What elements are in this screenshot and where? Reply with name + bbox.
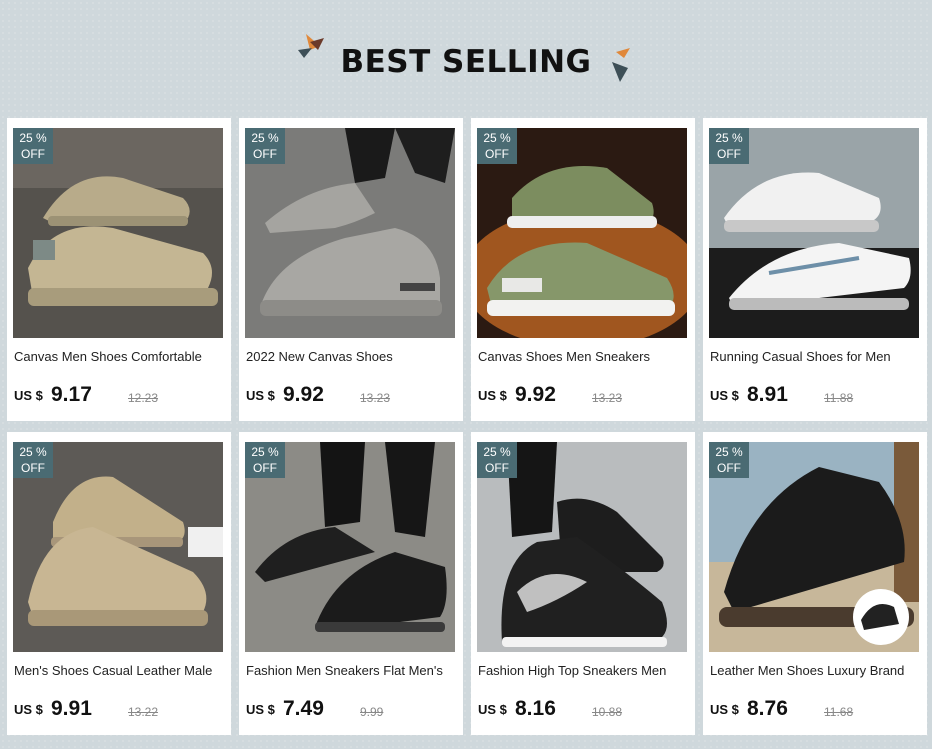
product-card[interactable]: 25 % OFF Fashion High Top Sneakers Men U… [471,432,695,735]
price-row: US $ 8.76 11.68 [710,697,922,727]
discount-badge: 25 % OFF [245,128,285,164]
price-row: US $ 9.92 13.23 [246,383,458,413]
discount-percent: 25 % [251,445,279,459]
original-price: 11.88 [824,391,854,405]
original-price: 10.88 [592,705,623,719]
sale-price: 8.91 [747,383,788,406]
product-name[interactable]: Leather Men Shoes Luxury Brand [710,663,922,678]
product-name[interactable]: Canvas Men Shoes Comfortable [14,349,226,364]
product-card[interactable]: 25 % OFF Fashion Men Sneakers Flat Men's… [239,432,463,735]
discount-badge: 25 % OFF [477,442,517,478]
product-card[interactable]: 25 % OFF Men's Shoes Casual Leather Male… [7,432,231,735]
discount-badge: 25 % OFF [245,442,285,478]
discount-off-label: OFF [717,461,741,475]
product-card[interactable]: 25 % OFF Canvas Men Shoes Comfortable US… [7,118,231,421]
discount-badge: 25 % OFF [709,442,749,478]
sale-price: 9.92 [515,383,556,406]
price-row: US $ 9.17 12.23 [14,383,226,413]
price-row: US $ 8.91 11.88 [710,383,922,413]
original-price: 12.23 [128,391,159,405]
sale-price: 7.49 [283,697,324,720]
product-image[interactable]: 25 % OFF [245,128,455,338]
sale-price: 8.16 [515,697,556,720]
product-card[interactable]: 25 % OFF Leather Men Shoes Luxury Brand … [703,432,927,735]
product-image[interactable]: 25 % OFF [477,442,687,652]
sale-price: 9.91 [51,697,92,720]
price-row: US $ 8.16 10.88 [478,697,690,727]
product-name[interactable]: Fashion High Top Sneakers Men [478,663,690,678]
product-name[interactable]: Canvas Shoes Men Sneakers [478,349,690,364]
discount-percent: 25 % [19,445,47,459]
original-price: 13.23 [360,391,391,405]
discount-badge: 25 % OFF [13,442,53,478]
product-image[interactable]: 25 % OFF [245,442,455,652]
currency-label: US $ [710,388,739,403]
sale-price: 9.92 [283,383,324,406]
currency-label: US $ [246,388,275,403]
sale-price: 9.17 [51,383,92,406]
product-name[interactable]: Running Casual Shoes for Men [710,349,922,364]
product-card[interactable]: 25 % OFF Running Casual Shoes for Men US… [703,118,927,421]
discount-off-label: OFF [253,147,277,161]
product-name[interactable]: Men's Shoes Casual Leather Male [14,663,226,678]
discount-off-label: OFF [21,147,45,161]
decorative-triangles-icon [612,48,630,82]
original-price: 13.22 [128,705,159,719]
discount-percent: 25 % [19,131,47,145]
discount-badge: 25 % OFF [709,128,749,164]
discount-percent: 25 % [251,131,279,145]
product-image[interactable]: 25 % OFF [477,128,687,338]
discount-off-label: OFF [485,461,509,475]
currency-label: US $ [14,388,43,403]
product-image[interactable]: 25 % OFF [709,128,919,338]
section-header: BEST SELLING [0,0,932,118]
product-image[interactable]: 25 % OFF [13,128,223,338]
sale-price: 8.76 [747,697,788,720]
currency-label: US $ [478,388,507,403]
currency-label: US $ [246,702,275,717]
discount-percent: 25 % [715,131,743,145]
price-row: US $ 7.49 9.99 [246,697,458,727]
currency-label: US $ [710,702,739,717]
discount-badge: 25 % OFF [13,128,53,164]
product-name[interactable]: Fashion Men Sneakers Flat Men's [246,663,458,678]
discount-percent: 25 % [715,445,743,459]
discount-off-label: OFF [717,147,741,161]
product-image[interactable]: 25 % OFF [13,442,223,652]
currency-label: US $ [478,702,507,717]
discount-percent: 25 % [483,445,511,459]
original-price: 11.68 [824,705,854,719]
price-row: US $ 9.91 13.22 [14,697,226,727]
product-card[interactable]: 25 % OFF 2022 New Canvas Shoes US $ 9.92… [239,118,463,421]
currency-label: US $ [14,702,43,717]
discount-off-label: OFF [253,461,277,475]
discount-off-label: OFF [485,147,509,161]
product-name[interactable]: 2022 New Canvas Shoes [246,349,458,364]
discount-percent: 25 % [483,131,511,145]
product-image[interactable]: 25 % OFF [709,442,919,652]
discount-off-label: OFF [21,461,45,475]
original-price: 13.23 [592,391,623,405]
discount-badge: 25 % OFF [477,128,517,164]
price-row: US $ 9.92 13.23 [478,383,690,413]
page-title: BEST SELLING [340,44,592,80]
original-price: 9.99 [360,705,384,719]
product-card[interactable]: 25 % OFF Canvas Shoes Men Sneakers US $ … [471,118,695,421]
